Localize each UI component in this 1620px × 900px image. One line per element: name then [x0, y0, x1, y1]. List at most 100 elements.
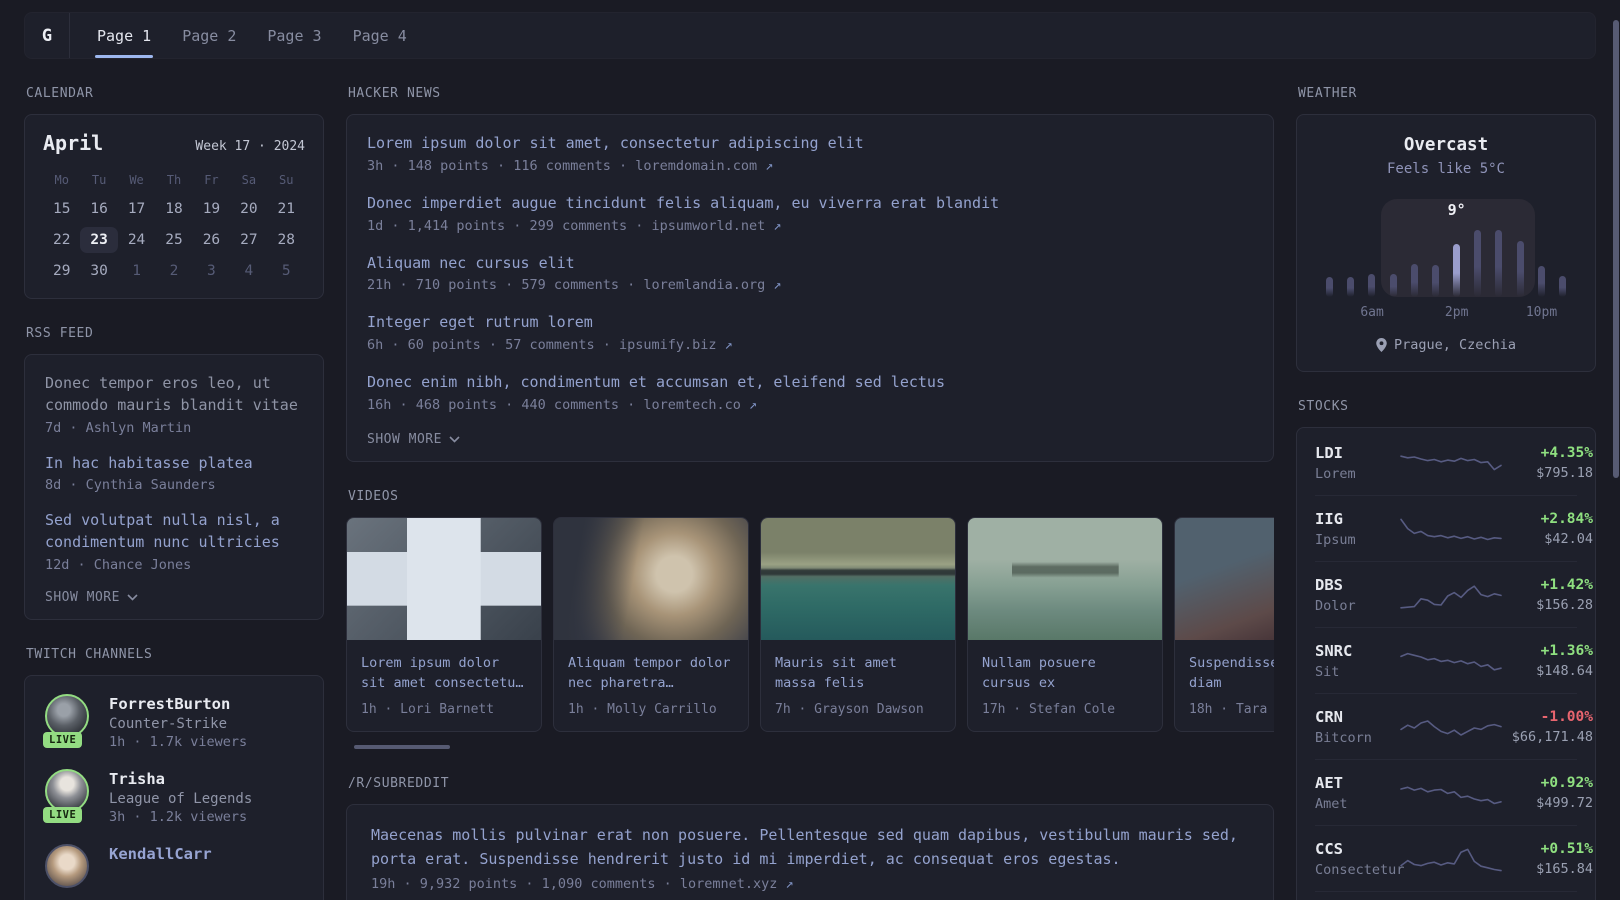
- calendar-day: 3: [207, 263, 216, 279]
- videos-horizontal-scrollbar[interactable]: [354, 745, 450, 750]
- time-tick: 10pm: [1525, 305, 1558, 320]
- tab-page-2[interactable]: Page 2: [180, 13, 238, 58]
- weather-condition: Overcast: [1403, 135, 1489, 155]
- app-logo[interactable]: G: [25, 13, 70, 58]
- video-thumbnail: [761, 517, 955, 640]
- stock-symbol[interactable]: CRN: [1315, 708, 1401, 726]
- external-link-icon[interactable]: ↗: [725, 337, 733, 353]
- calendar-day: 28: [277, 232, 295, 248]
- stock-name: Dolor: [1315, 598, 1356, 614]
- stock-sparkline: [1400, 446, 1502, 480]
- stocks-widget: LDI Lorem +4.35% $795.18 IIG Ipsum +2.84% $4…: [1296, 427, 1596, 900]
- video-title[interactable]: Mauris sit amet massa felis: [775, 653, 941, 694]
- hn-item-title[interactable]: Aliquam nec cursus elit: [367, 253, 1253, 275]
- stock-symbol[interactable]: LDI: [1315, 444, 1401, 462]
- hn-item-title[interactable]: Donec enim nibh, condimentum et accumsan…: [367, 372, 1253, 394]
- stock-name: Amet: [1315, 796, 1348, 812]
- twitch-channel-row[interactable]: LIVE Trisha League of Legends 3h · 1.2k …: [43, 768, 303, 826]
- calendar-day: 16: [90, 201, 108, 217]
- rss-section-title: RSS FEED: [26, 326, 94, 341]
- video-thumbnail: [968, 517, 1162, 640]
- hacker-news-widget: Lorem ipsum dolor sit amet, consectetur …: [346, 114, 1274, 462]
- channel-meta: 3h · 1.2k viewers: [109, 809, 248, 826]
- stock-symbol[interactable]: AET: [1315, 774, 1401, 792]
- video-title[interactable]: Nullam posuere cursus ex: [982, 653, 1148, 694]
- channel-game[interactable]: Counter-Strike: [109, 716, 247, 732]
- avatar: LIVE: [43, 693, 93, 748]
- twitch-channel-row[interactable]: KendallCarr: [45, 844, 303, 892]
- rss-item-meta: 7d · Ashlyn Martin: [45, 419, 192, 436]
- calendar-day: 30: [90, 263, 108, 279]
- stock-row[interactable]: AET Amet +0.92% $499.72: [1315, 759, 1593, 825]
- reddit-post-title[interactable]: Maecenas mollis pulvinar erat non posuer…: [371, 824, 1249, 871]
- temp-bar: [1389, 274, 1397, 297]
- video-card[interactable]: Nullam posuere cursus ex 17h · Stefan Co…: [967, 516, 1163, 733]
- stock-symbol[interactable]: CCS: [1315, 840, 1401, 858]
- stock-price: $165.84: [1536, 861, 1593, 877]
- hn-item-title[interactable]: Donec imperdiet augue tincidunt felis al…: [367, 193, 1253, 215]
- hn-item: Donec enim nibh, condimentum et accumsan…: [367, 372, 1253, 413]
- calendar-day: 20: [240, 201, 258, 217]
- video-card[interactable]: Aliquam tempor dolor nec pharetra… 1h · …: [553, 516, 749, 733]
- stock-change: +0.51%: [1540, 841, 1593, 857]
- stock-change: +2.84%: [1540, 511, 1593, 527]
- show-more-label: SHOW MORE: [367, 431, 442, 447]
- rss-item: Donec tempor eros leo, ut commodo mauris…: [45, 373, 303, 436]
- day-header: Sa: [241, 173, 257, 187]
- rss-item-title[interactable]: Sed volutpat nulla nisl, a condimentum n…: [45, 510, 303, 554]
- rss-show-more-button[interactable]: SHOW MORE: [45, 590, 303, 605]
- stock-row[interactable]: SNRC Sit +1.36% $148.64: [1315, 627, 1593, 693]
- rss-item-title[interactable]: In hac habitasse platea: [45, 453, 303, 475]
- external-link-icon[interactable]: ↗: [749, 397, 757, 413]
- stock-symbol[interactable]: SNRC: [1315, 642, 1401, 660]
- calendar-day: 17: [127, 201, 146, 217]
- channel-name[interactable]: KendallCarr: [109, 844, 212, 864]
- tab-page-4[interactable]: Page 4: [351, 13, 409, 58]
- hn-item-title[interactable]: Lorem ipsum dolor sit amet, consectetur …: [367, 133, 1253, 155]
- video-title[interactable]: Aliquam tempor dolor nec pharetra…: [568, 653, 734, 694]
- videos-section-title: VIDEOS: [348, 488, 399, 504]
- stock-sparkline: [1400, 512, 1502, 546]
- video-title[interactable]: Lorem ipsum dolor sit amet consectetu…: [361, 653, 527, 694]
- tab-page-3[interactable]: Page 3: [265, 13, 323, 58]
- stock-row[interactable]: DBS Dolor +1.42% $156.28: [1315, 561, 1593, 627]
- stock-row[interactable]: AHS +0.46%: [1315, 891, 1577, 900]
- hn-meta-text: 3h · 148 points · 116 comments · loremdo…: [367, 157, 758, 174]
- video-title[interactable]: Suspendisse sagittis diam: [1189, 653, 1274, 694]
- calendar-day: 5: [281, 263, 291, 279]
- video-card[interactable]: Mauris sit amet massa felis 7h · Grayson…: [760, 516, 956, 733]
- stock-change: +0.92%: [1540, 775, 1593, 791]
- stock-symbol[interactable]: DBS: [1315, 576, 1401, 594]
- twitch-channel-row[interactable]: LIVE ForrestBurton Counter-Strike 1h · 1…: [43, 693, 303, 750]
- channel-game[interactable]: League of Legends: [109, 791, 252, 807]
- hn-item-title[interactable]: Integer eget rutrum lorem: [367, 312, 1253, 334]
- rss-item-title[interactable]: Donec tempor eros leo, ut commodo mauris…: [45, 373, 303, 417]
- external-link-icon[interactable]: ↗: [765, 158, 773, 174]
- page-tabs: Page 1 Page 2 Page 3 Page 4: [70, 13, 409, 58]
- external-link-icon[interactable]: ↗: [786, 876, 794, 892]
- page-vertical-scrollbar[interactable]: [1613, 20, 1619, 478]
- hn-item-meta: 3h · 148 points · 116 comments · loremdo…: [367, 158, 1253, 174]
- stock-name: Ipsum: [1315, 532, 1356, 548]
- video-card[interactable]: Suspendisse sagittis diam 18h · Tara: [1174, 516, 1274, 733]
- calendar-day: 1: [132, 263, 141, 279]
- calendar-week-year: Week 17 · 2024: [195, 139, 305, 154]
- stock-row[interactable]: LDI Lorem +4.35% $795.18: [1315, 430, 1593, 495]
- temp-bar-current: [1453, 244, 1461, 297]
- stock-change: +4.35%: [1540, 445, 1593, 461]
- hn-item: Lorem ipsum dolor sit amet, consectetur …: [367, 133, 1253, 174]
- stock-row[interactable]: IIG Ipsum +2.84% $42.04: [1315, 495, 1593, 561]
- channel-name[interactable]: Trisha: [109, 769, 252, 789]
- stock-row[interactable]: CRN Bitcorn -1.00% $66,171.48: [1315, 693, 1593, 759]
- external-link-icon[interactable]: ↗: [773, 218, 781, 234]
- channel-name[interactable]: ForrestBurton: [109, 694, 247, 714]
- hn-show-more-button[interactable]: SHOW MORE: [367, 432, 1253, 447]
- day-header: Mo: [54, 173, 69, 187]
- stock-symbol[interactable]: IIG: [1315, 510, 1401, 528]
- external-link-icon[interactable]: ↗: [773, 277, 781, 293]
- rss-item-meta: 12d · Chance Jones: [45, 556, 192, 573]
- stock-sparkline: [1400, 644, 1502, 678]
- stock-row[interactable]: CCS Consectetur +0.51% $165.84: [1315, 825, 1593, 891]
- video-card[interactable]: Lorem ipsum dolor sit amet consectetu… 1…: [346, 516, 542, 733]
- tab-page-1[interactable]: Page 1: [95, 13, 154, 58]
